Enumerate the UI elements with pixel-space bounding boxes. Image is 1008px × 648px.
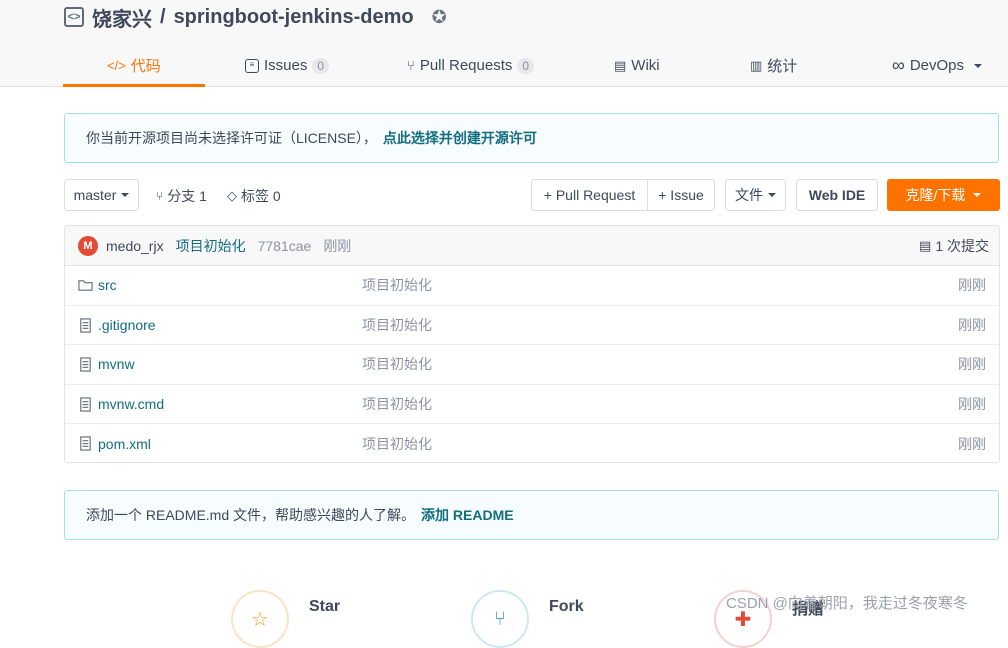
fork-card[interactable]: ⑂ Fork [471, 590, 584, 648]
branch-select[interactable]: master [64, 179, 139, 211]
table-row[interactable]: mvnw.cmd 项目初始化 刚刚 [65, 385, 999, 424]
file-icon [80, 436, 91, 451]
watermark: CSDN @向着朝阳，我走过冬夜寒冬 [726, 595, 968, 612]
repo-name[interactable]: springboot-jenkins-demo [174, 6, 414, 29]
file-time: 刚刚 [958, 277, 986, 294]
tab-code-label: 代码 [130, 58, 161, 75]
readme-notice: 添加一个 README.md 文件，帮助感兴趣的人了解。 添加 README [64, 490, 999, 540]
tab-code[interactable]: </> 代码 [63, 44, 205, 87]
license-notice-text: 你当前开源项目尚未选择许可证（LICENSE）， [86, 130, 377, 146]
clone-download-label: 克隆/下载 [905, 187, 966, 203]
repo-owner[interactable]: 饶家兴 [92, 3, 152, 32]
new-issue-button[interactable]: + Issue [648, 180, 714, 210]
file-time: 刚刚 [958, 395, 986, 412]
fork-label: Fork [549, 598, 584, 615]
table-row[interactable]: src 项目初始化 刚刚 [65, 266, 999, 306]
create-button-group: + Pull Request + Issue [531, 179, 715, 211]
tag-icon: ◇ [227, 188, 237, 203]
tags-link[interactable]: ◇ 标签 0 [227, 186, 281, 206]
file-icon [80, 317, 91, 333]
new-pull-request-button[interactable]: + Pull Request [532, 180, 647, 210]
branch-icon: ⑂ [156, 189, 164, 203]
commits-count: 1 次提交 [935, 238, 989, 254]
chevron-down-icon [768, 193, 776, 197]
file-commit-message[interactable]: 项目初始化 [362, 394, 432, 414]
commit-sha[interactable]: 7781cae [258, 238, 312, 254]
file-time: 刚刚 [958, 356, 986, 373]
bar-chart-icon: ▥ [750, 57, 763, 73]
file-time: 刚刚 [958, 435, 986, 452]
star-label: Star [309, 598, 341, 615]
file-menu-button[interactable]: 文件 [725, 179, 786, 211]
file-icon [80, 396, 91, 412]
issue-icon: ≡ [245, 58, 259, 73]
file-name[interactable]: src [98, 277, 117, 293]
repo-header: <> 饶家兴 / springboot-jenkins-demo ✪ </> 代… [0, 0, 1008, 87]
repo-separator: / [160, 5, 166, 28]
branches-link[interactable]: ⑂ 分支 1 [156, 186, 207, 206]
branch-select-label: master [73, 187, 117, 203]
repo-title: <> 饶家兴 / springboot-jenkins-demo ✪ [64, 3, 452, 32]
file-name[interactable]: .gitignore [98, 317, 156, 333]
star-icon: ☆ [231, 590, 289, 648]
chevron-down-icon [974, 63, 983, 68]
tab-pull-requests-count: 0 [517, 57, 535, 74]
add-readme-link[interactable]: 添加 README [421, 505, 514, 525]
commit-author[interactable]: medo_rjx [106, 238, 164, 254]
tab-issues-count: 0 [312, 57, 330, 74]
tab-issues-label: Issues [264, 57, 308, 74]
create-license-link[interactable]: 点此选择并创建开源许可 [383, 128, 537, 148]
code-square-icon: <> [64, 7, 84, 27]
tab-wiki[interactable]: ▤ Wiki [614, 44, 660, 87]
file-list: M medo_rjx 项目初始化 7781cae 刚刚 ▤ 1 次提交 src … [64, 225, 1000, 463]
clone-download-button[interactable]: 克隆/下载 [887, 179, 1000, 211]
file-commit-message[interactable]: 项目初始化 [362, 315, 432, 335]
branches-label: 分支 1 [167, 188, 207, 204]
latest-commit-bar: M medo_rjx 项目初始化 7781cae 刚刚 ▤ 1 次提交 [65, 226, 999, 266]
commit-message[interactable]: 项目初始化 [176, 236, 246, 256]
commit-time: 刚刚 [323, 237, 352, 254]
file-name[interactable]: mvnw.cmd [98, 396, 164, 412]
tab-devops[interactable]: ∞ DevOps [892, 44, 983, 87]
chevron-down-icon [973, 193, 982, 197]
book-icon: ▤ [614, 57, 627, 73]
table-row[interactable]: mvnw 项目初始化 刚刚 [65, 345, 999, 385]
commits-link[interactable]: ▤ 1 次提交 [919, 226, 989, 266]
file-menu-label: 文件 [735, 187, 763, 203]
avatar[interactable]: M [78, 235, 98, 256]
tab-pull-requests-label: Pull Requests [419, 57, 513, 74]
tags-label: 标签 0 [241, 188, 281, 204]
file-name[interactable]: pom.xml [98, 436, 151, 452]
tab-devops-label: DevOps [909, 57, 965, 74]
tab-wiki-label: Wiki [631, 57, 660, 74]
star-card[interactable]: ☆ Star [231, 590, 340, 648]
readme-notice-text: 添加一个 README.md 文件，帮助感兴趣的人了解。 [86, 507, 416, 523]
table-row[interactable]: pom.xml 项目初始化 刚刚 [65, 424, 999, 464]
tab-stats[interactable]: ▥ 统计 [750, 44, 797, 87]
file-commit-message[interactable]: 项目初始化 [362, 275, 432, 295]
pull-request-icon: ⑂ [407, 58, 415, 73]
award-icon[interactable]: ✪ [432, 7, 452, 27]
chevron-down-icon [121, 193, 130, 197]
document-icon: ▤ [919, 238, 932, 253]
file-icon [80, 357, 91, 372]
tab-issues[interactable]: ≡ Issues 0 [245, 44, 330, 87]
license-notice: 你当前开源项目尚未选择许可证（LICENSE）， 点此选择并创建开源许可 [64, 113, 999, 163]
file-commit-message[interactable]: 项目初始化 [362, 434, 432, 454]
repo-tabs: </> 代码 ≡ Issues 0 ⑂ Pull Requests 0 ▤ Wi… [63, 44, 1000, 87]
code-icon: </> [107, 58, 126, 73]
folder-icon [78, 280, 93, 291]
tab-pull-requests[interactable]: ⑂ Pull Requests 0 [407, 44, 535, 87]
tab-stats-label: 统计 [767, 58, 798, 75]
table-row[interactable]: .gitignore 项目初始化 刚刚 [65, 306, 999, 345]
file-commit-message[interactable]: 项目初始化 [362, 354, 432, 374]
fork-icon: ⑂ [471, 590, 529, 648]
web-ide-button[interactable]: Web IDE [796, 179, 878, 211]
file-name[interactable]: mvnw [98, 356, 135, 372]
infinity-icon: ∞ [892, 55, 905, 75]
file-time: 刚刚 [958, 316, 986, 333]
web-ide-label: Web IDE [808, 187, 866, 203]
